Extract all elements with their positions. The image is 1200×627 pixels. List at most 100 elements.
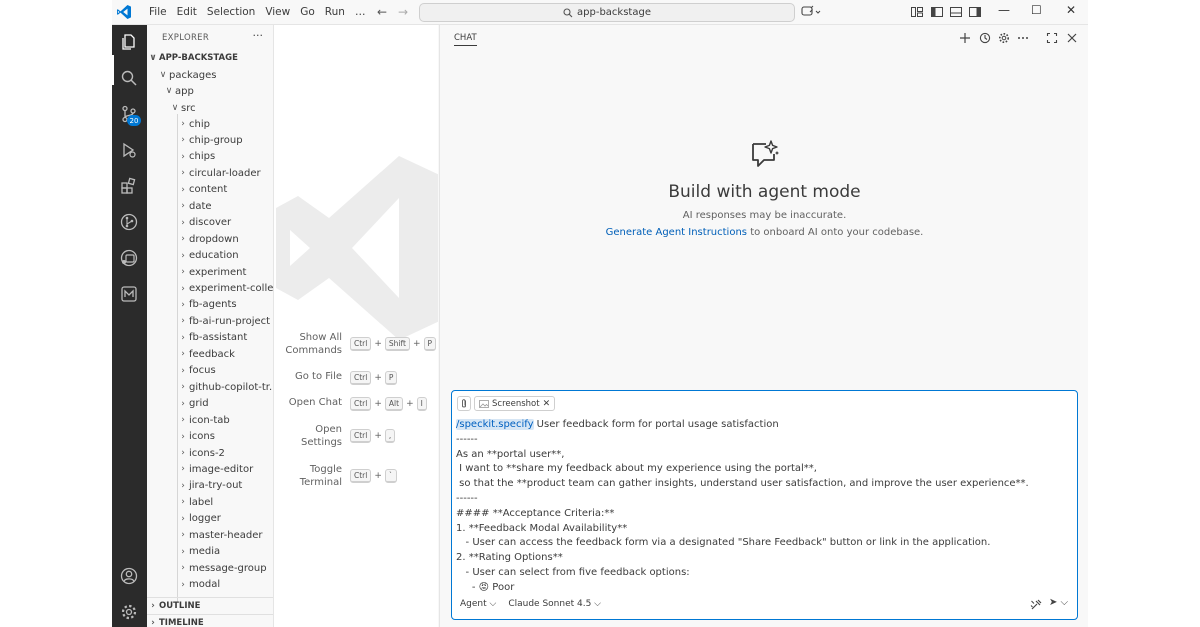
generate-agent-instructions-link[interactable]: Generate Agent Instructions	[606, 227, 747, 238]
folder-item[interactable]: › media	[147, 544, 273, 560]
copilot-icon[interactable]	[801, 5, 821, 19]
folder-item[interactable]: › feedback	[147, 346, 273, 362]
menu-go[interactable]: Go	[295, 6, 320, 18]
editor-watermark-area: Show All Commands Ctrl + Shift + P Go to File C…	[274, 25, 438, 627]
folder-item[interactable]: › logger	[147, 511, 273, 527]
slash-command: /speckit.specify	[456, 419, 534, 430]
outline-label: OUTLINE	[159, 601, 201, 611]
customize-layout-icon[interactable]	[910, 5, 924, 19]
folder-item[interactable]: › chip	[147, 116, 273, 132]
keybinding-key: ,	[384, 429, 396, 443]
workspace-root[interactable]: ∨ APP-BACKSTAGE	[147, 50, 273, 66]
folder-item[interactable]: › label	[147, 494, 273, 510]
menu-run[interactable]: Run	[320, 6, 350, 18]
send-button[interactable]: ➤ ⌵	[1049, 597, 1068, 608]
folder-item[interactable]: › chip-group	[147, 132, 273, 148]
folder-item[interactable]: › image-editor	[147, 461, 273, 477]
model-picker[interactable]: Claude Sonnet 4.5 ⌵	[508, 599, 601, 609]
remote-explorer-icon[interactable]	[120, 249, 138, 267]
menu-view[interactable]: View	[260, 6, 295, 18]
activity-bar: 20	[112, 25, 147, 627]
menu-selection[interactable]: Selection	[202, 6, 260, 18]
active-indicator	[112, 55, 114, 85]
folder-item[interactable]: › icons	[147, 429, 273, 445]
ai-disclaimer: AI responses may be inaccurate.	[682, 210, 847, 221]
chat-tab[interactable]: CHAT	[454, 33, 477, 46]
outline-section[interactable]: › OUTLINE	[147, 597, 273, 614]
maximize-panel-icon[interactable]	[1046, 32, 1058, 44]
forward-button[interactable]: →	[398, 5, 408, 19]
screenshot-attachment-chip[interactable]: Screenshot ✕	[474, 396, 556, 411]
chevron-right-icon: ›	[181, 201, 185, 212]
folder-item[interactable]: › modal	[147, 577, 273, 593]
timeline-label: TIMELINE	[159, 618, 204, 627]
remove-attachment-button[interactable]: ✕	[543, 399, 551, 409]
more-actions-icon[interactable]	[1017, 32, 1029, 44]
folder-item[interactable]: › master-header	[147, 527, 273, 543]
folder-item[interactable]: › experiment	[147, 264, 273, 280]
chat-message-text[interactable]: /speckit.specify User feedback form for …	[456, 418, 1071, 596]
minimize-button[interactable]: —	[998, 3, 1010, 17]
menu-edit[interactable]: Edit	[172, 6, 202, 18]
maximize-button[interactable]: ☐	[1031, 3, 1042, 17]
menu-file[interactable]: File	[144, 6, 172, 18]
folder-item[interactable]: › discover	[147, 215, 273, 231]
toggle-panel-icon[interactable]	[949, 5, 963, 19]
folder-item[interactable]: › message-group	[147, 560, 273, 576]
folder-item[interactable]: › chips	[147, 149, 273, 165]
folder-item[interactable]: › fb-ai-run-project	[147, 313, 273, 329]
folder-item[interactable]: › focus	[147, 363, 273, 379]
timeline-section[interactable]: › TIMELINE	[147, 614, 273, 627]
folder-label: date	[189, 200, 212, 212]
folder-item[interactable]: › grid	[147, 396, 273, 412]
watermark-command-label: Toggle Terminal	[299, 464, 342, 488]
folder-label: image-editor	[189, 463, 254, 475]
menu-more[interactable]: …	[350, 6, 371, 18]
folder-item[interactable]: › jira-try-out	[147, 478, 273, 494]
tools-icon[interactable]	[1030, 599, 1042, 611]
folder-item[interactable]: › content	[147, 182, 273, 198]
command-center-search[interactable]: app-backstage	[419, 3, 795, 22]
new-chat-icon[interactable]	[959, 32, 971, 44]
explorer-more-actions[interactable]: ···	[253, 29, 264, 42]
folder-label: icons	[189, 431, 215, 443]
folder-item[interactable]: › github-copilot-tr...	[147, 379, 273, 395]
account-icon[interactable]	[120, 567, 138, 585]
folder-src[interactable]: ∨ src	[147, 100, 273, 116]
folder-item[interactable]: › fb-agents	[147, 297, 273, 313]
toggle-secondary-sidebar-icon[interactable]	[968, 5, 982, 19]
history-icon[interactable]	[979, 32, 991, 44]
chevron-right-icon: ›	[181, 299, 185, 310]
message-line: ------	[456, 433, 478, 445]
mode-picker[interactable]: Agent ⌵	[460, 599, 496, 609]
folder-item[interactable]: › date	[147, 198, 273, 214]
attach-context-button[interactable]	[457, 396, 471, 411]
folder-item[interactable]: › icon-tab	[147, 412, 273, 428]
run-debug-icon[interactable]	[120, 141, 138, 159]
folder-app[interactable]: ∨ app	[147, 83, 273, 99]
chat-input-box[interactable]: Screenshot ✕ /speckit.specify User feedb…	[451, 390, 1078, 620]
folder-item[interactable]: › education	[147, 248, 273, 264]
search-icon[interactable]	[120, 69, 138, 87]
settings-gear-icon[interactable]	[120, 603, 138, 621]
explorer-icon[interactable]	[120, 33, 138, 51]
chevron-right-icon: ›	[181, 530, 185, 541]
keybinding-key: Ctrl	[350, 429, 372, 443]
git-graph-icon[interactable]	[120, 213, 138, 231]
folder-item[interactable]: › dropdown	[147, 231, 273, 247]
back-button[interactable]: ←	[377, 5, 387, 19]
folder-item[interactable]: › fb-assistant	[147, 330, 273, 346]
chat-title: Build with agent mode	[668, 182, 861, 202]
folder-item[interactable]: › circular-loader	[147, 165, 273, 181]
folder-item[interactable]: › icons-2	[147, 445, 273, 461]
folder-item[interactable]: › experiment-colle...	[147, 281, 273, 297]
folder-packages[interactable]: ∨ packages	[147, 67, 273, 83]
extensions-icon[interactable]	[120, 177, 138, 195]
close-window-button[interactable]: ✕	[1066, 3, 1076, 17]
chevron-right-icon: ›	[181, 497, 185, 508]
chevron-right-icon: ›	[181, 431, 185, 442]
close-panel-icon[interactable]	[1066, 32, 1078, 44]
settings-gear-icon[interactable]	[998, 32, 1010, 44]
toggle-primary-sidebar-icon[interactable]	[930, 5, 944, 19]
gitlens-icon[interactable]	[120, 285, 138, 303]
